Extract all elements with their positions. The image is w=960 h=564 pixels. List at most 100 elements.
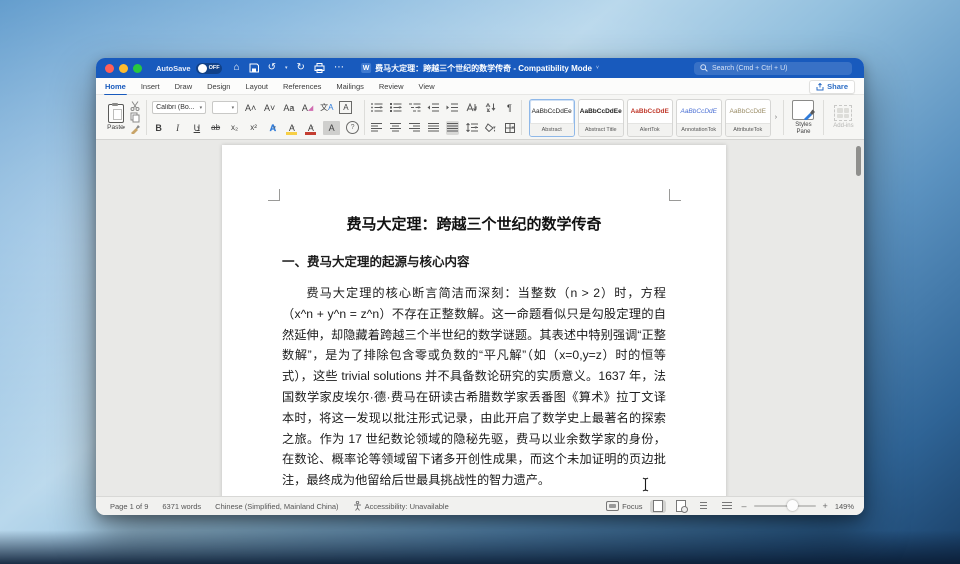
accessibility-status[interactable]: Accessibility: Unavailable	[353, 501, 449, 511]
style-card-abstract-title[interactable]: AaBbCcDdEe Abstract Title	[578, 99, 624, 137]
font-size-select[interactable]: ▾	[212, 101, 238, 114]
view-print-layout-button[interactable]	[650, 500, 666, 513]
decrease-indent-icon[interactable]	[427, 101, 440, 115]
more-commands-icon[interactable]: ⋯	[334, 63, 344, 73]
styles-pane-button[interactable]: Styles Pane	[789, 98, 818, 137]
numbered-list-icon[interactable]: ▾	[389, 101, 402, 115]
tab-draw[interactable]: Draw	[174, 80, 194, 93]
line-spacing-icon[interactable]: ▾	[465, 121, 478, 135]
zoom-out-button[interactable]: –	[742, 501, 747, 511]
align-left-icon[interactable]	[370, 121, 383, 135]
undo-icon[interactable]: ↺	[268, 63, 276, 73]
document-canvas[interactable]: 费马大定理：跨越三个世纪的数学传奇 一、费马大定理的起源与核心内容 费马大定理的…	[96, 140, 864, 497]
align-right-icon[interactable]	[408, 121, 421, 135]
word-window: AutoSave OFF ⌂ ↺ ▾ ↻ ⋯ W 费马大定理：跨越三	[96, 58, 864, 515]
view-draft-button[interactable]	[719, 500, 735, 513]
zoom-window-button[interactable]	[133, 64, 142, 73]
view-layout-settings-button[interactable]	[673, 500, 689, 513]
strikethrough-button[interactable]: ab	[209, 121, 222, 135]
document-title[interactable]: 费马大定理：跨越三个世纪的数学传奇	[282, 213, 666, 234]
tab-references[interactable]: References	[282, 80, 322, 93]
paste-dropdown-icon[interactable]: ▾	[123, 125, 126, 131]
focus-icon	[606, 501, 619, 511]
bullet-list-icon[interactable]: ▾	[370, 101, 383, 115]
zoom-slider-thumb[interactable]	[787, 500, 798, 511]
text-effects-button[interactable]: A▾	[266, 121, 279, 135]
page-text[interactable]: 费马大定理：跨越三个世纪的数学传奇 一、费马大定理的起源与核心内容 费马大定理的…	[282, 213, 666, 497]
superscript-button[interactable]: x²	[247, 121, 260, 135]
shading-bucket-icon[interactable]: ▾	[484, 121, 497, 135]
share-button[interactable]: Share	[809, 80, 855, 94]
subscript-button[interactable]: x₂	[228, 121, 241, 135]
grow-font-icon[interactable]: A˄	[244, 101, 257, 115]
search-placeholder: Search (Cmd + Ctrl + U)	[712, 65, 787, 72]
close-button[interactable]	[105, 64, 114, 73]
minimize-button[interactable]	[119, 64, 128, 73]
focus-button[interactable]: Focus	[606, 501, 642, 511]
styles-gallery-more-icon[interactable]: ›	[775, 114, 777, 121]
underline-button[interactable]: U▾	[190, 121, 203, 135]
character-shading-button[interactable]: A	[323, 121, 340, 135]
font-color-button[interactable]: A▾	[304, 121, 317, 135]
style-card-alerttok[interactable]: AaBbCcDdE AlertTok	[627, 99, 673, 137]
borders-icon[interactable]: ▾	[503, 121, 516, 135]
title-dropdown-icon[interactable]: ˅	[596, 65, 599, 71]
circle-characters-button[interactable]: ?	[346, 121, 359, 134]
change-case-icon[interactable]: Aa▾	[282, 101, 295, 115]
redo-icon[interactable]: ↻	[297, 63, 305, 73]
tab-view[interactable]: View	[417, 80, 435, 93]
page-indicator[interactable]: Page 1 of 9	[110, 502, 148, 511]
style-card-abstract[interactable]: AaBbCcDdEe Abstract	[529, 99, 575, 137]
bold-button[interactable]: B	[152, 121, 165, 135]
highlight-color-button[interactable]: A▾	[285, 121, 298, 135]
enclose-characters-icon[interactable]: A	[339, 101, 352, 114]
home-icon[interactable]: ⌂	[234, 63, 240, 73]
tab-review[interactable]: Review	[378, 80, 405, 93]
tab-layout[interactable]: Layout	[244, 80, 269, 93]
shrink-font-icon[interactable]: A˅	[263, 101, 276, 115]
outline-view-icon	[700, 502, 707, 510]
document-page[interactable]: 费马大定理：跨越三个世纪的数学传奇 一、费马大定理的起源与核心内容 费马大定理的…	[222, 145, 726, 497]
tab-mailings[interactable]: Mailings	[335, 80, 365, 93]
show-paragraph-marks-icon[interactable]: ¶	[503, 101, 516, 115]
style-card-annotationtok[interactable]: AaBbCcDdE AnnotationTok	[676, 99, 722, 137]
increase-indent-icon[interactable]	[446, 101, 459, 115]
copy-icon[interactable]	[128, 112, 141, 124]
clear-formatting-icon[interactable]: A◢	[301, 101, 314, 115]
language-indicator[interactable]: Chinese (Simplified, Mainland China)	[215, 502, 338, 511]
zoom-in-button[interactable]: +	[823, 501, 828, 511]
multilevel-list-icon[interactable]: ▾	[408, 101, 421, 115]
distribute-text-icon[interactable]	[446, 121, 459, 135]
document-heading-1[interactable]: 一、费马大定理的起源与核心内容	[282, 251, 666, 270]
word-count[interactable]: 6371 words	[162, 502, 201, 511]
zoom-slider[interactable]	[754, 505, 816, 507]
paste-button[interactable]: Paste ▾	[104, 98, 128, 137]
asian-layout-icon[interactable]: ▾	[465, 101, 478, 115]
document-paragraph-1[interactable]: 费马大定理的核心断言简洁而深刻：当整数（n > 2）时，方程（x^n + y^n…	[282, 283, 666, 491]
cut-icon[interactable]	[128, 100, 141, 112]
styles-gallery: AaBbCcDdEe Abstract AaBbCcDdEe Abstract …	[529, 98, 778, 137]
add-ins-button[interactable]: Add-ins	[829, 98, 858, 137]
save-icon[interactable]	[249, 63, 259, 73]
tab-home[interactable]: Home	[104, 80, 127, 93]
font-name-select[interactable]: Calibri (Bo...▾	[152, 101, 206, 114]
autosave-toggle[interactable]: OFF	[196, 63, 222, 74]
format-painter-icon[interactable]	[128, 123, 141, 135]
italic-button[interactable]: I	[171, 121, 184, 135]
tab-design[interactable]: Design	[206, 80, 231, 93]
align-center-icon[interactable]	[389, 121, 402, 135]
zoom-level[interactable]: 149%	[835, 502, 854, 511]
sort-icon[interactable]	[484, 101, 497, 115]
view-outline-button[interactable]	[696, 500, 712, 513]
quick-access-toolbar: ⌂ ↺ ▾ ↻ ⋯	[234, 63, 344, 73]
search-field[interactable]: Search (Cmd + Ctrl + U)	[694, 62, 852, 75]
share-icon	[816, 83, 824, 91]
undo-dropdown-icon[interactable]: ▾	[285, 65, 288, 71]
style-card-attributetok[interactable]: AaBbCcDdE AttributeTok	[725, 99, 771, 137]
tab-insert[interactable]: Insert	[140, 80, 161, 93]
text-boundary-mark-top-right	[669, 189, 681, 201]
phonetic-guide-icon[interactable]: 文A	[320, 101, 333, 115]
print-icon[interactable]	[314, 63, 325, 73]
justify-icon[interactable]	[427, 121, 440, 135]
vertical-scrollbar-thumb[interactable]	[856, 146, 861, 176]
